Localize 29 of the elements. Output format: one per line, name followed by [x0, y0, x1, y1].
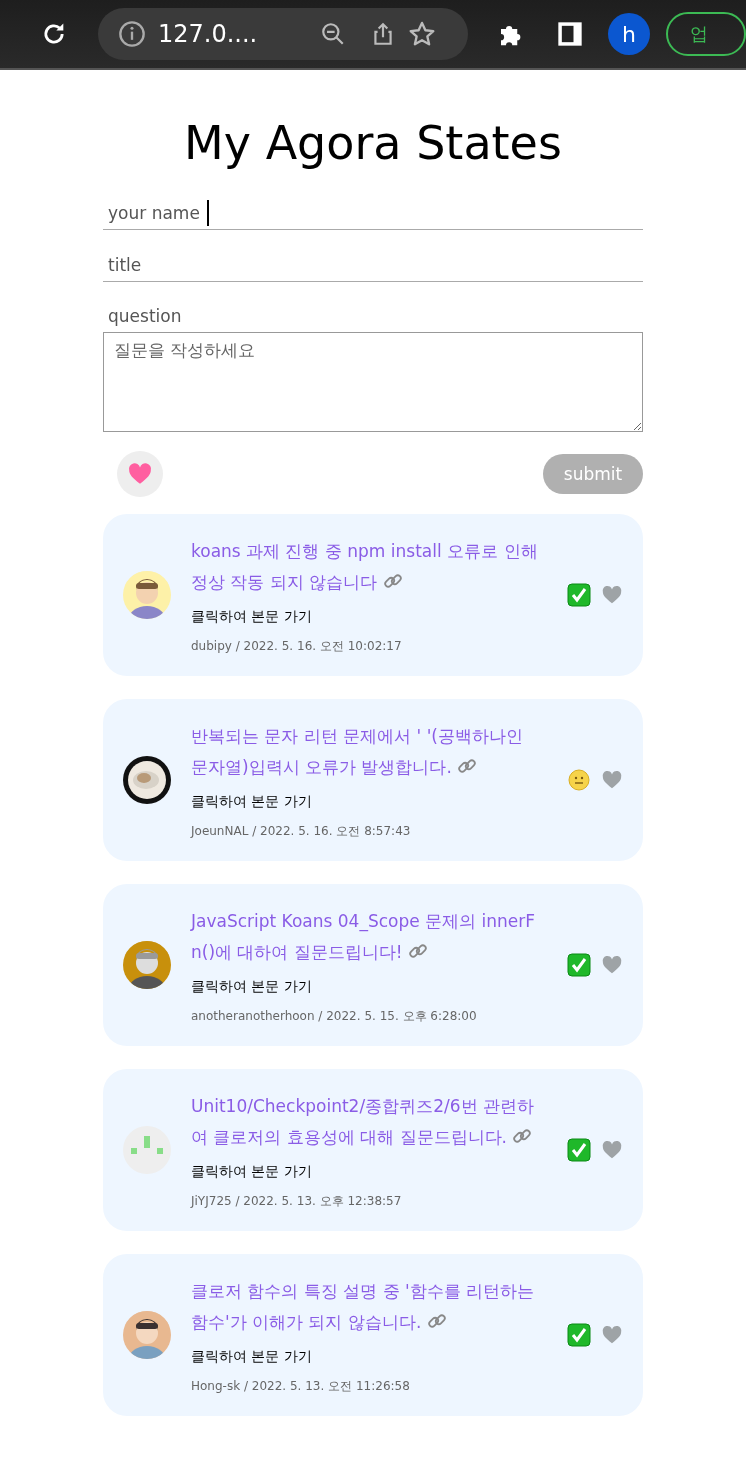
star-icon[interactable]	[408, 20, 436, 48]
discussion-title-link[interactable]: 반복되는 문자 리턴 문제에서 ' '(공백하나인 문자열)입력시 오류가 발생합니다.	[191, 720, 541, 783]
discussion-title-link[interactable]: 클로저 함수의 특징 설명 중 '함수를 리턴하는 함수'가 이해가 되지 않습니다.	[191, 1275, 541, 1338]
url-text: 127.0....	[158, 20, 258, 48]
author-date: dubipy / 2022. 5. 16. 오전 10:02:17	[191, 637, 403, 655]
author-date: anotheranotherhoon / 2022. 5. 15. 오후 6:28:00	[191, 1007, 478, 1025]
discussion-title-link[interactable]: JavaScript Koans 04_Scope 문제의 innerFn()에 대하여 질문드립니다!	[191, 905, 541, 968]
like-button[interactable]	[117, 451, 163, 497]
author-date: JoeunNAL / 2022. 5. 16. 오전 8:57:43	[191, 822, 412, 840]
address-bar[interactable]: 127.0....	[98, 8, 468, 60]
profile-avatar[interactable]: h	[608, 13, 650, 55]
question-label: question	[107, 306, 183, 328]
body-link[interactable]: 클릭하여 본문 가기	[191, 1162, 563, 1181]
question-textarea[interactable]: 질문을 작성하세요	[103, 332, 643, 432]
sidebar-icon[interactable]	[556, 20, 584, 48]
body-link[interactable]: 클릭하여 본문 가기	[191, 1347, 563, 1366]
discussion-title-link[interactable]: koans 과제 진행 중 npm install 오류로 인해 정상 작동 되지 않습니다	[191, 535, 541, 598]
title-input[interactable]: title	[103, 248, 643, 282]
author-date: Hong-sk / 2022. 5. 13. 오전 11:26:58	[191, 1377, 411, 1395]
page-title: My Agora States	[183, 115, 563, 172]
author-date: JiYJ725 / 2022. 5. 13. 오후 12:38:57	[191, 1192, 403, 1210]
discussion-title-link[interactable]: Unit10/Checkpoint2/종합퀴즈2/6번 관련하여 클로저의 효용성에 대해 질문드립니다.	[191, 1090, 541, 1153]
zoom-out-icon[interactable]	[320, 21, 346, 47]
name-input[interactable]: your name	[103, 196, 643, 230]
info-icon[interactable]	[118, 20, 146, 48]
body-link[interactable]: 클릭하여 본문 가기	[191, 792, 563, 811]
body-link[interactable]: 클릭하여 본문 가기	[191, 607, 563, 626]
update-button[interactable]: 업	[666, 12, 746, 56]
body-link[interactable]: 클릭하여 본문 가기	[191, 977, 563, 996]
